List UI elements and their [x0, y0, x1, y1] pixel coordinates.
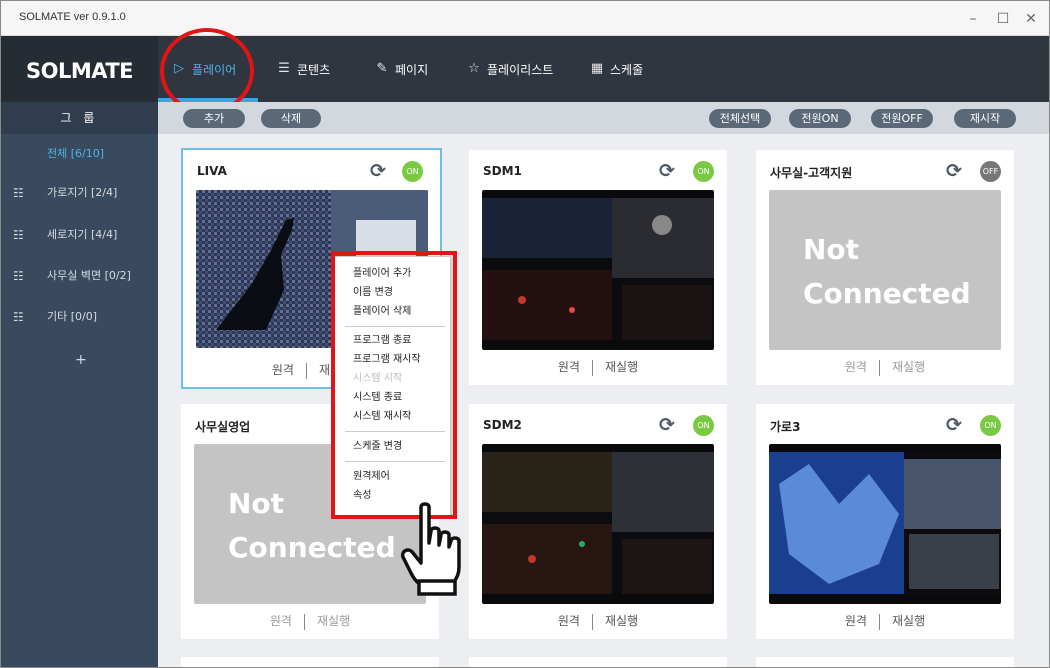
sidebar-item-etc[interactable]: ☷ 기타 [0/0] [1, 307, 158, 327]
sidebar-item-horizontal[interactable]: ☷ 가로지기 [2/4] [1, 183, 158, 203]
app-logo: SOLMATE [1, 36, 158, 102]
remote-button[interactable]: 원격 [558, 358, 580, 375]
player-name: LIVA [197, 164, 227, 178]
tab-page-label: 페이지 [395, 62, 429, 77]
sidebar-item-label: 사무실 벽면 [0/2] [47, 269, 131, 282]
refresh-icon[interactable]: ⟳ [944, 415, 964, 435]
sidebar-item-label: 가로지기 [2/4] [47, 186, 118, 199]
remote-button[interactable]: 원격 [845, 358, 867, 375]
minimize-button[interactable]: – [963, 9, 983, 29]
annotation-box [331, 251, 457, 519]
tab-schedule[interactable]: ▦ 스케줄 [589, 36, 643, 102]
card-actions: 원격 재실행 [181, 612, 439, 632]
tab-page[interactable]: ✎ 페이지 [374, 36, 429, 102]
card-actions: 원격 재실행 [469, 612, 727, 632]
sidebar-item-label: 전체 [6/10] [47, 147, 105, 160]
remote-button[interactable]: 원격 [270, 612, 292, 629]
player-name: SDM1 [483, 164, 522, 178]
sidebar-item-office-wall[interactable]: ☷ 사무실 벽면 [0/2] [1, 266, 158, 286]
player-screenshot [482, 444, 714, 604]
power-status-badge[interactable]: ON [693, 161, 714, 182]
player-grid: LIVA ⟳ ON 원격 SDM1 ⟳ ON 원격 재실행 사무실-고객지원 ⟳… [158, 134, 1049, 667]
sdm2-thumbnail-image [482, 452, 714, 594]
rerun-button[interactable]: 재실행 [317, 612, 350, 629]
player-card-partial [756, 657, 1014, 667]
tab-playlist[interactable]: ☆ 플레이리스트 [466, 36, 553, 102]
player-card-partial [469, 657, 727, 667]
group-icon: ☷ [13, 228, 24, 242]
hand-pointer-icon [400, 502, 461, 596]
sidebar-item-label: 세로지기 [4/4] [47, 228, 118, 241]
player-name: SDM2 [483, 418, 522, 432]
player-screenshot [769, 444, 1001, 604]
player-name: 사무실영업 [195, 420, 251, 434]
player-screenshot [482, 190, 714, 350]
player-name: 가로3 [770, 420, 801, 434]
remote-button[interactable]: 원격 [272, 361, 294, 378]
remote-button[interactable]: 원격 [845, 612, 867, 629]
refresh-icon[interactable]: ⟳ [944, 161, 964, 181]
tab-content-label: 콘텐츠 [297, 62, 331, 77]
add-button[interactable]: 추가 [183, 109, 245, 128]
refresh-icon[interactable]: ⟳ [368, 161, 388, 181]
group-sidebar: 그 룹 전체 [6/10] ☷ 가로지기 [2/4] ☷ 세로지기 [4/4] … [1, 102, 158, 667]
group-icon: ☷ [13, 269, 24, 283]
group-icon: ☷ [13, 186, 24, 200]
rerun-button[interactable]: 재실행 [892, 612, 925, 629]
tab-playlist-label: 플레이리스트 [487, 62, 554, 77]
tab-schedule-label: 스케줄 [610, 62, 644, 77]
not-connected-line1: Not [228, 487, 285, 520]
player-card-office-support[interactable]: 사무실-고객지원 ⟳ OFF Not Connected 원격 재실행 [756, 150, 1014, 385]
pin-icon: ✎ [376, 61, 388, 76]
power-status-badge[interactable]: OFF [980, 161, 1001, 182]
card-actions: 원격 재실행 [756, 358, 1014, 378]
refresh-icon[interactable]: ⟳ [657, 415, 677, 435]
not-connected-line1: Not [803, 233, 860, 266]
rerun-button[interactable]: 재실행 [605, 612, 638, 629]
player-card-sdm1[interactable]: SDM1 ⟳ ON 원격 재실행 [469, 150, 727, 385]
card-actions: 원격 재실행 [469, 358, 727, 378]
power-on-button[interactable]: 전원ON [789, 109, 851, 128]
not-connected-line2: Connected [803, 277, 971, 310]
sidebar-item-all[interactable]: 전체 [6/10] [1, 144, 158, 164]
add-group-button[interactable]: + [75, 352, 87, 368]
title-bar: SOLMATE ver 0.9.1.0 – ☐ ✕ [1, 1, 1049, 36]
power-off-button[interactable]: 전원OFF [871, 109, 933, 128]
app-window: SOLMATE ver 0.9.1.0 – ☐ ✕ SOLMATE ▷ 플레이어… [0, 0, 1050, 668]
tab-content[interactable]: ☰ 콘텐츠 [276, 36, 330, 102]
card-actions: 원격 재실행 [756, 612, 1014, 632]
sdm1-thumbnail-image [482, 198, 714, 340]
sidebar-title: 그 룹 [1, 102, 158, 134]
rerun-button[interactable]: 재실행 [605, 358, 638, 375]
select-all-button[interactable]: 전체선택 [709, 109, 771, 128]
power-status-badge[interactable]: ON [402, 161, 423, 182]
star-icon: ☆ [468, 61, 480, 76]
horizontal3-thumbnail-image [769, 452, 1001, 594]
window-title: SOLMATE ver 0.9.1.0 [19, 11, 126, 23]
delete-button[interactable]: 삭제 [261, 109, 321, 128]
remote-button[interactable]: 원격 [558, 612, 580, 629]
player-card-horizontal3[interactable]: 가로3 ⟳ ON 원격 재실행 [756, 404, 1014, 639]
player-name: 사무실-고객지원 [770, 166, 853, 180]
power-status-badge[interactable]: ON [980, 415, 1001, 436]
rerun-button[interactable]: 재실행 [892, 358, 925, 375]
player-screenshot: Not Connected [769, 190, 1001, 350]
list-icon: ☰ [278, 61, 290, 76]
sidebar-item-label: 기타 [0/0] [47, 310, 98, 323]
close-button[interactable]: ✕ [1021, 9, 1041, 29]
maximize-button[interactable]: ☐ [993, 9, 1013, 29]
restart-button[interactable]: 재시작 [954, 109, 1016, 128]
calendar-icon: ▦ [590, 61, 604, 76]
refresh-icon[interactable]: ⟳ [657, 161, 677, 181]
sidebar-item-vertical[interactable]: ☷ 세로지기 [4/4] [1, 225, 158, 245]
group-icon: ☷ [13, 310, 24, 324]
not-connected-line2: Connected [228, 531, 396, 564]
player-card-sdm2[interactable]: SDM2 ⟳ ON 원격 재실행 [469, 404, 727, 639]
player-card-partial [181, 657, 439, 667]
power-status-badge[interactable]: ON [693, 415, 714, 436]
